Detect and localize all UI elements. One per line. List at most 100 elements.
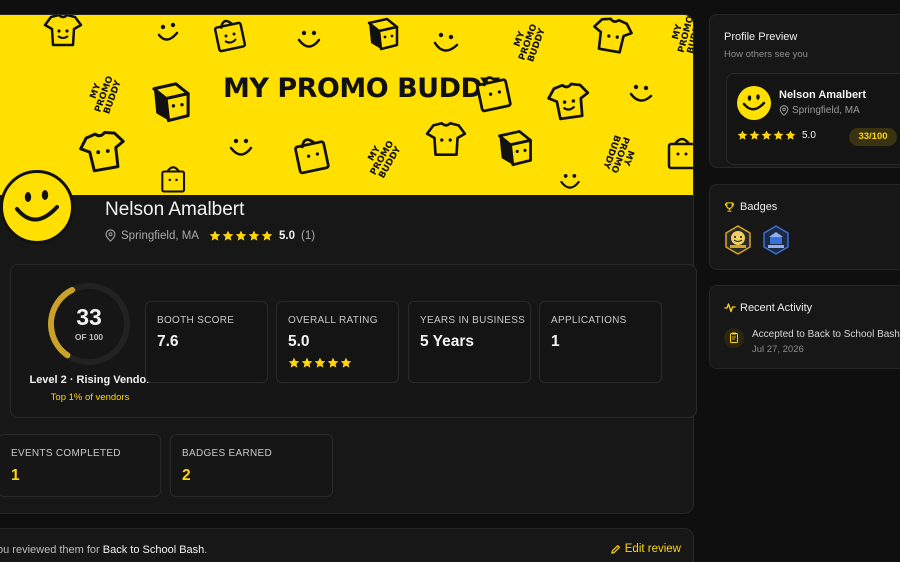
smiley-doodle-icon bbox=[560, 174, 580, 189]
shirt-doodle-icon bbox=[425, 121, 467, 157]
vendor-rank: Top 1% of vendors bbox=[50, 392, 130, 403]
rating-count[interactable]: (1) bbox=[301, 230, 315, 242]
stat-years-in-business: YEARS IN BUSINESS 5 Years bbox=[408, 301, 531, 383]
smiley-doodle-icon bbox=[157, 22, 179, 41]
profile-avatar bbox=[0, 170, 74, 244]
preview-name: Nelson Amalbert bbox=[779, 89, 867, 101]
count-label: BADGES EARNED bbox=[182, 448, 273, 459]
pencil-icon bbox=[610, 544, 620, 554]
profile-preview-card: Profile Preview How others see you Nelso… bbox=[709, 14, 900, 168]
badges-title: Badges bbox=[740, 201, 778, 213]
review-suffix: . bbox=[204, 544, 208, 556]
review-event[interactable]: Back to School Bash bbox=[103, 544, 205, 556]
badges-earned-box: BADGES EARNED 2 bbox=[170, 434, 333, 497]
score-out-of: OF 100 bbox=[74, 332, 104, 342]
stat-applications: APPLICATIONS 1 bbox=[539, 301, 662, 383]
rating-value: 5.0 bbox=[278, 229, 295, 242]
preview-location: Springfield, MA bbox=[779, 105, 860, 116]
smiley-face-icon bbox=[15, 190, 59, 222]
star-icon bbox=[235, 230, 247, 241]
events-completed-box: EVENTS COMPLETED 1 bbox=[0, 434, 161, 497]
stat-overall-rating: OVERALL RATING 5.0 bbox=[276, 301, 399, 383]
smiley-doodle-icon bbox=[229, 138, 253, 156]
rating-stars bbox=[209, 230, 273, 242]
edit-review-button[interactable]: Edit review bbox=[610, 543, 681, 555]
profile-location: Springfield, MA bbox=[121, 229, 199, 242]
star-icon bbox=[327, 357, 339, 368]
star-icon bbox=[761, 130, 772, 140]
star-icon bbox=[209, 230, 221, 241]
count-value: 1 bbox=[11, 467, 20, 484]
preview-rating: 5.0 bbox=[737, 130, 816, 141]
activity-item-icon bbox=[724, 328, 744, 348]
rating-stars bbox=[288, 357, 352, 369]
stat-value: 7.6 bbox=[157, 333, 179, 350]
stat-label: OVERALL RATING bbox=[288, 315, 378, 326]
stat-label: APPLICATIONS bbox=[551, 315, 627, 326]
profile-banner: MY PROMO BUDDY MY PROMO BUDDY MY PROMO B… bbox=[0, 15, 694, 195]
stat-value: 5.0 bbox=[288, 333, 310, 350]
shirt-doodle-icon bbox=[43, 15, 83, 47]
preview-title: Profile Preview bbox=[724, 31, 798, 43]
clipboard-icon bbox=[730, 332, 738, 343]
count-value: 2 bbox=[182, 467, 191, 484]
logo-doodle: MY PROMO BUDDY bbox=[366, 139, 404, 181]
shirt-doodle-icon bbox=[547, 82, 590, 121]
activity-date: Jul 27, 2026 bbox=[752, 344, 804, 355]
preview-subtitle: How others see you bbox=[724, 49, 808, 60]
rating-stars bbox=[737, 130, 796, 141]
review-message: ou reviewed them for Back to School Bash… bbox=[0, 544, 207, 556]
bag-doodle-icon bbox=[161, 166, 186, 193]
activity-text: Accepted to Back to School Bash bbox=[752, 329, 900, 340]
star-icon bbox=[749, 130, 760, 140]
review-notice: ou reviewed them for Back to School Bash… bbox=[0, 528, 694, 562]
box-doodle-icon bbox=[367, 17, 399, 51]
bag-doodle-icon bbox=[667, 137, 693, 170]
stat-label: YEARS IN BUSINESS bbox=[420, 315, 526, 326]
star-icon bbox=[773, 130, 784, 140]
stat-value: 1 bbox=[551, 333, 560, 350]
stat-label: BOOTH SCORE bbox=[157, 315, 235, 326]
edit-review-label: Edit review bbox=[624, 543, 681, 555]
activity-pulse-icon bbox=[724, 303, 736, 313]
trophy-icon bbox=[724, 202, 735, 212]
activity-title: Recent Activity bbox=[740, 302, 813, 314]
preview-location-text: Springfield, MA bbox=[792, 105, 860, 116]
smiley-face-icon bbox=[742, 94, 766, 111]
booth-badge-icon[interactable] bbox=[762, 225, 790, 255]
location-pin-icon bbox=[779, 105, 789, 116]
score-badge: 33/100 bbox=[849, 128, 897, 146]
badges-card: Badges bbox=[709, 184, 900, 270]
recent-activity-card: Recent Activity Accepted to Back to Scho… bbox=[709, 285, 900, 369]
review-prefix: ou reviewed them for bbox=[0, 544, 103, 556]
smiley-doodle-icon bbox=[297, 30, 321, 48]
logo-doodle: MY PROMO BUDDY bbox=[670, 15, 694, 55]
banner-logo-text: MY PROMO BUDDY bbox=[223, 73, 500, 104]
box-doodle-icon bbox=[152, 82, 190, 123]
star-icon bbox=[222, 230, 234, 241]
smiley-doodle-icon bbox=[629, 84, 653, 102]
vendor-level: Level 2 · Rising Vendor bbox=[29, 374, 151, 386]
star-icon bbox=[785, 130, 796, 140]
box-doodle-icon bbox=[498, 130, 532, 167]
buddy-badge-icon[interactable] bbox=[724, 225, 752, 255]
bag-doodle-icon bbox=[213, 19, 247, 53]
logo-doodle: MY PROMO BUDDY bbox=[88, 74, 124, 116]
stat-booth-score: BOOTH SCORE 7.6 bbox=[145, 301, 268, 383]
star-icon bbox=[261, 230, 273, 241]
star-icon bbox=[248, 230, 260, 241]
bag-doodle-icon bbox=[476, 76, 512, 113]
stat-value: 5 Years bbox=[420, 333, 475, 350]
preview-rating-value: 5.0 bbox=[802, 130, 816, 141]
preview-card[interactable]: Nelson Amalbert Springfield, MA 5.0 33/1… bbox=[726, 73, 900, 165]
location-pin-icon bbox=[105, 229, 116, 242]
star-icon bbox=[340, 357, 352, 368]
preview-avatar bbox=[737, 86, 771, 120]
shirt-doodle-icon bbox=[79, 130, 125, 173]
star-icon bbox=[314, 357, 326, 368]
logo-doodle: MY PROMO BUDDY bbox=[600, 133, 636, 175]
smiley-doodle-icon bbox=[433, 32, 459, 52]
bag-doodle-icon bbox=[294, 138, 330, 175]
profile-meta: Springfield, MA 5.0 (1) bbox=[105, 229, 315, 242]
logo-doodle: MY PROMO BUDDY bbox=[512, 22, 548, 64]
